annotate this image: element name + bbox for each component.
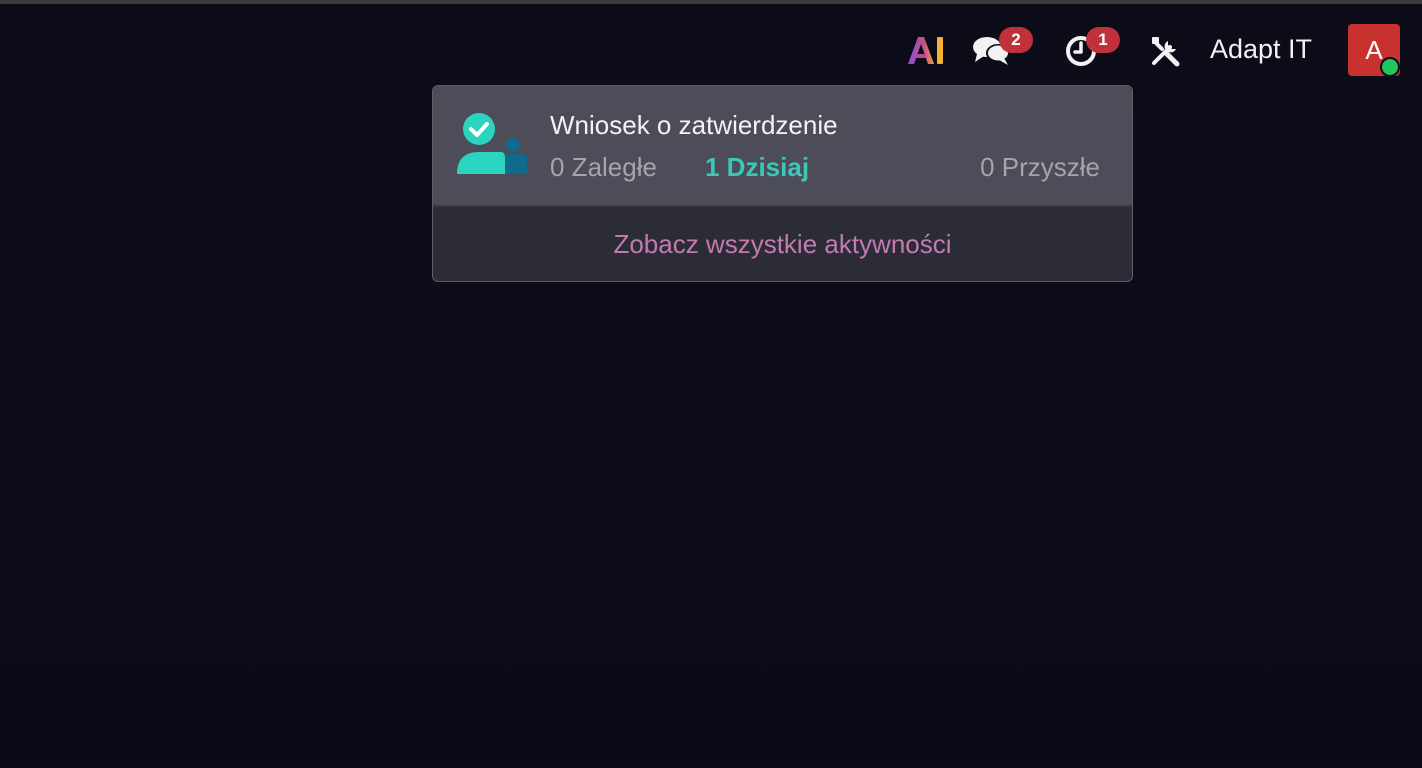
activity-dropdown: Wniosek o zatwierdzenie 0 Zaległe 1 Dzis… [432,85,1133,282]
messages-badge: 2 [999,27,1033,53]
approval-request-icon [457,113,527,174]
tools-icon [1152,37,1180,67]
debug-tools-button[interactable] [1150,35,1182,67]
activities-badge: 1 [1086,27,1120,53]
view-all-activities-link[interactable]: Zobacz wszystkie aktywności [433,207,1132,281]
presence-status-indicator [1380,57,1400,77]
activity-group-title: Wniosek o zatwierdzenie [550,110,838,140]
today-count-link[interactable]: 1 Dzisiaj [705,152,809,183]
ai-assistant-button[interactable]: AI [906,34,946,66]
ai-icon [908,37,943,64]
future-count-link[interactable]: 0 Przyszłe [980,152,1100,183]
company-switcher[interactable]: Adapt IT [1210,34,1312,65]
activity-group-item[interactable]: Wniosek o zatwierdzenie 0 Zaległe 1 Dzis… [433,86,1132,207]
overdue-count-link[interactable]: 0 Zaległe [550,152,657,183]
